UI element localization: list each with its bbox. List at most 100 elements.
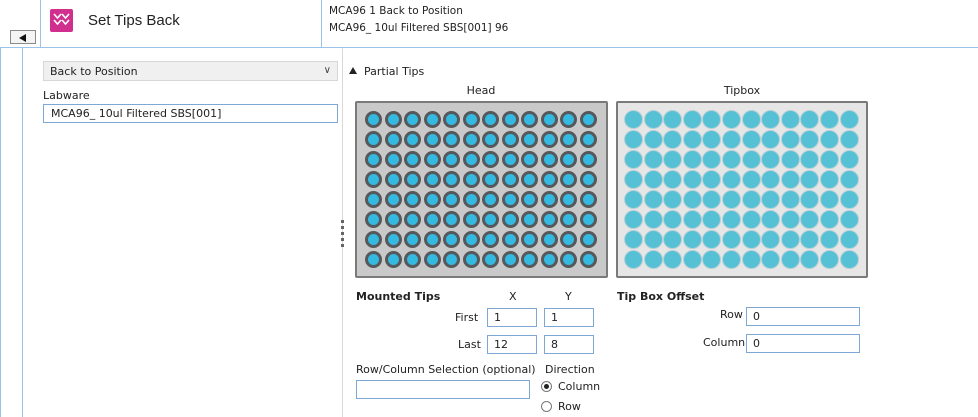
head-tip-well[interactable] <box>579 151 597 168</box>
head-tip-well[interactable] <box>443 131 460 148</box>
head-tip-well[interactable] <box>365 111 382 128</box>
tipbox-tip-well[interactable] <box>780 190 800 209</box>
tipbox-tip-well[interactable] <box>761 210 781 229</box>
tipbox-tip-well[interactable] <box>761 190 781 209</box>
tipbox-tip-well[interactable] <box>780 150 800 169</box>
tipbox-tip-well[interactable] <box>643 210 663 229</box>
head-tip-well[interactable] <box>404 211 421 228</box>
tipbox-tip-well[interactable] <box>682 210 702 229</box>
head-tip-well[interactable] <box>501 231 519 248</box>
tipbox-tip-well[interactable] <box>624 170 643 189</box>
tipbox-tip-well[interactable] <box>643 150 663 169</box>
head-tip-well[interactable] <box>521 211 538 228</box>
head-tip-well[interactable] <box>462 231 480 248</box>
tipbox-tip-well[interactable] <box>702 210 722 229</box>
head-tip-well[interactable] <box>423 211 441 228</box>
head-tip-well[interactable] <box>404 151 421 168</box>
last-y-field[interactable]: 8 <box>544 335 594 354</box>
head-tip-well[interactable] <box>443 191 460 208</box>
head-tip-well[interactable] <box>462 191 480 208</box>
head-tip-well[interactable] <box>384 111 402 128</box>
tipbox-tip-well[interactable] <box>702 170 722 189</box>
tipbox-tip-well[interactable] <box>663 130 683 149</box>
head-tip-well[interactable] <box>384 171 402 188</box>
head-tip-well[interactable] <box>560 171 577 188</box>
tipbox-tip-well[interactable] <box>819 250 839 269</box>
tipbox-tip-well[interactable] <box>682 250 702 269</box>
head-tip-well[interactable] <box>560 211 577 228</box>
tipbox-tip-well[interactable] <box>839 190 859 209</box>
tipbox-tip-well[interactable] <box>702 110 722 129</box>
tipbox-tip-well[interactable] <box>761 150 781 169</box>
tipbox-tip-well[interactable] <box>780 230 800 249</box>
head-tip-well[interactable] <box>365 171 382 188</box>
tipbox-tip-well[interactable] <box>780 250 800 269</box>
head-tip-well[interactable] <box>560 231 577 248</box>
head-tip-well[interactable] <box>462 131 480 148</box>
head-tip-well[interactable] <box>501 251 519 268</box>
tipbox-tip-well[interactable] <box>761 170 781 189</box>
tipbox-tip-well[interactable] <box>741 170 761 189</box>
head-tip-well[interactable] <box>365 231 382 248</box>
head-tip-well[interactable] <box>423 171 441 188</box>
tipbox-tip-well[interactable] <box>800 170 820 189</box>
tipbox-tip-well[interactable] <box>682 190 702 209</box>
head-tip-well[interactable] <box>365 251 382 268</box>
head-tip-well[interactable] <box>501 191 519 208</box>
tipbox-tip-well[interactable] <box>682 170 702 189</box>
tipbox-tip-well[interactable] <box>702 190 722 209</box>
tipbox-tip-well[interactable] <box>663 150 683 169</box>
head-tip-well[interactable] <box>404 111 421 128</box>
head-tip-well[interactable] <box>404 131 421 148</box>
head-tip-well[interactable] <box>462 111 480 128</box>
tipbox-tip-well[interactable] <box>721 230 741 249</box>
head-tip-well[interactable] <box>540 231 558 248</box>
head-tip-well[interactable] <box>501 171 519 188</box>
head-tip-well[interactable] <box>540 191 558 208</box>
column-offset-field[interactable]: 0 <box>746 334 860 353</box>
head-tip-well[interactable] <box>384 131 402 148</box>
head-tip-well[interactable] <box>384 191 402 208</box>
head-tip-well[interactable] <box>521 231 538 248</box>
tipbox-tip-well[interactable] <box>819 110 839 129</box>
tipbox-tip-well[interactable] <box>741 250 761 269</box>
tipbox-tip-well[interactable] <box>839 170 859 189</box>
tipbox-tip-well[interactable] <box>800 130 820 149</box>
tipbox-tip-well[interactable] <box>800 190 820 209</box>
labware-field[interactable]: MCA96_ 10ul Filtered SBS[001] <box>43 104 338 123</box>
direction-column-radio[interactable]: Column <box>541 380 600 393</box>
tipbox-tip-well[interactable] <box>800 210 820 229</box>
head-tip-well[interactable] <box>482 111 499 128</box>
head-tip-well[interactable] <box>443 211 460 228</box>
tipbox-tip-well[interactable] <box>682 130 702 149</box>
tipbox-tip-well[interactable] <box>780 210 800 229</box>
tipbox-tip-well[interactable] <box>643 190 663 209</box>
tipbox-tip-well[interactable] <box>702 130 722 149</box>
head-tip-well[interactable] <box>560 251 577 268</box>
head-tip-well[interactable] <box>404 191 421 208</box>
tipbox-tip-well[interactable] <box>643 110 663 129</box>
tipbox-tip-well[interactable] <box>663 210 683 229</box>
tipbox-tip-well[interactable] <box>819 170 839 189</box>
tipbox-tip-well[interactable] <box>741 150 761 169</box>
head-tip-well[interactable] <box>501 151 519 168</box>
head-tip-well[interactable] <box>443 151 460 168</box>
head-tip-well[interactable] <box>579 131 597 148</box>
head-tip-well[interactable] <box>365 151 382 168</box>
head-tip-well[interactable] <box>579 251 597 268</box>
head-tip-well[interactable] <box>482 191 499 208</box>
head-tip-well[interactable] <box>482 211 499 228</box>
head-tip-well[interactable] <box>579 111 597 128</box>
tipbox-tip-well[interactable] <box>702 230 722 249</box>
head-tip-well[interactable] <box>443 171 460 188</box>
head-tip-well[interactable] <box>501 111 519 128</box>
tipbox-tip-well[interactable] <box>741 190 761 209</box>
head-tip-well[interactable] <box>462 251 480 268</box>
tipbox-tip-well[interactable] <box>624 210 643 229</box>
tipbox-tip-well[interactable] <box>780 110 800 129</box>
head-tip-well[interactable] <box>579 231 597 248</box>
tipbox-tip-well[interactable] <box>761 130 781 149</box>
tipbox-tip-well[interactable] <box>721 210 741 229</box>
mode-select[interactable]: Back to Position ∨ <box>43 61 338 81</box>
head-tip-well[interactable] <box>521 131 538 148</box>
